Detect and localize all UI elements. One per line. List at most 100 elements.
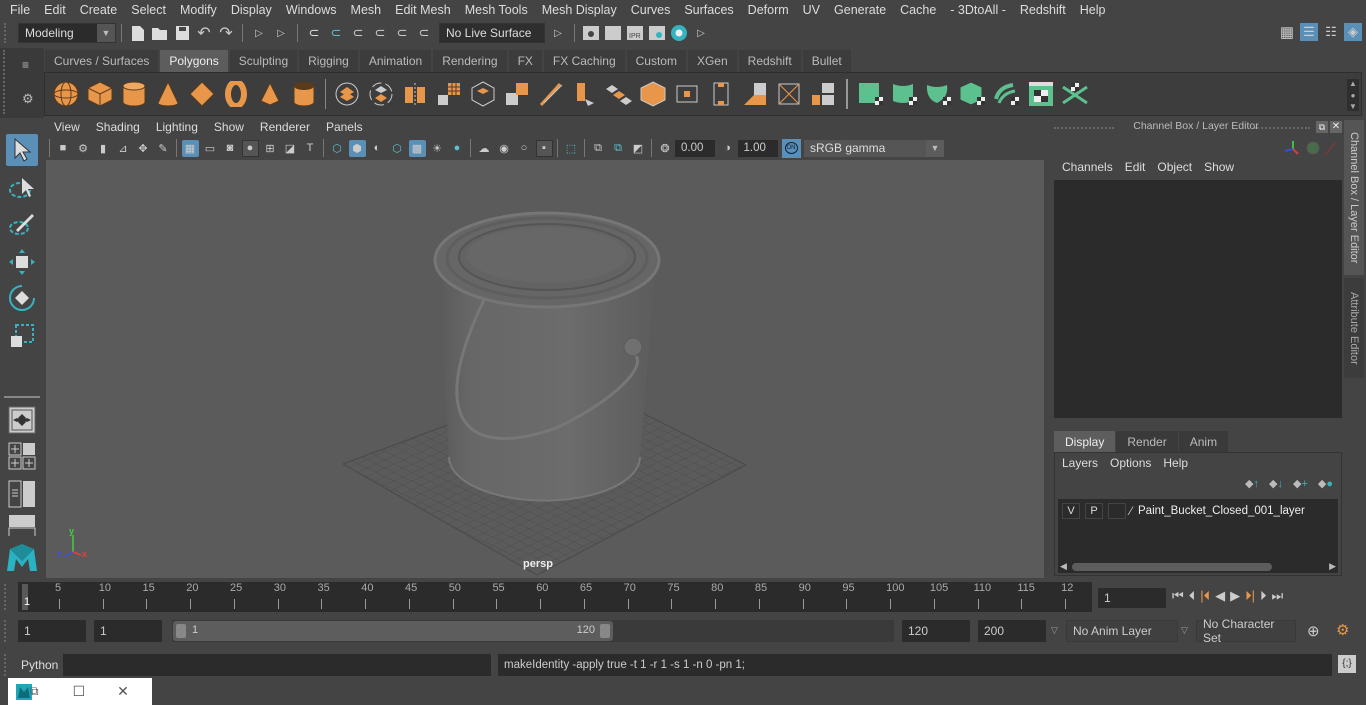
scroll-right-icon[interactable]: ▶: [1329, 561, 1336, 572]
menu-windows[interactable]: Windows: [279, 3, 344, 17]
xray-active-components-icon[interactable]: ◩: [630, 140, 647, 157]
channel-list-area[interactable]: [1054, 180, 1342, 418]
menu-mesh-display[interactable]: Mesh Display: [535, 3, 624, 17]
poly-cylinder-icon[interactable]: [120, 80, 148, 108]
snap-to-curve-icon[interactable]: ⊂: [327, 24, 345, 42]
anim-layer-dropdown[interactable]: No Anim Layer: [1066, 620, 1178, 642]
single-perspective-view-icon[interactable]: [6, 404, 38, 436]
layer-tab-render[interactable]: Render: [1116, 431, 1178, 452]
menu-modify[interactable]: Modify: [173, 3, 224, 17]
attribute-editor-toggle-icon[interactable]: ☰: [1300, 23, 1318, 41]
drag-handle[interactable]: [4, 584, 10, 610]
boolean-icon[interactable]: [503, 80, 531, 108]
collapse-arrow-icon[interactable]: ▷: [250, 24, 268, 42]
combine-icon[interactable]: [333, 80, 361, 108]
range-slider[interactable]: 1 120: [173, 621, 613, 641]
menu-create[interactable]: Create: [73, 3, 125, 17]
shelf-tab-xgen[interactable]: XGen: [687, 50, 738, 72]
layer-color-swatch-icon[interactable]: ⁄: [1130, 504, 1132, 518]
gamma-icon[interactable]: ◑: [719, 140, 736, 157]
color-space-dropdown[interactable]: sRGB gamma ▼: [804, 139, 944, 157]
anim-layer-dropdown-arrow-icon[interactable]: ▽: [1051, 625, 1058, 636]
menu-uv[interactable]: UV: [796, 3, 827, 17]
character-set-dropdown-arrow-icon[interactable]: ▽: [1181, 625, 1188, 636]
animation-preferences-icon[interactable]: ⚙: [1336, 621, 1349, 639]
2d-pan-zoom-icon[interactable]: ✥: [135, 140, 152, 157]
close-window-icon[interactable]: ✕: [117, 683, 129, 700]
shelf-tab-animation[interactable]: Animation: [359, 50, 433, 72]
uv-editor-icon[interactable]: [1027, 80, 1055, 108]
open-scene-icon[interactable]: [151, 24, 169, 42]
cylindrical-uv-icon[interactable]: [891, 80, 919, 108]
shelf-settings-gear-icon[interactable]: ⚙: [22, 91, 34, 107]
field-chart-icon[interactable]: ⊞: [262, 140, 279, 157]
script-editor-icon[interactable]: {;}: [1338, 655, 1356, 673]
time-slider[interactable]: 1 5 10 15 20 25 30 35 40 45 50 55 60 65 70 75 80 85 90 95 1…: [18, 582, 1092, 612]
layer-visibility-toggle[interactable]: V: [1062, 503, 1080, 519]
step-back-key-icon[interactable]: |⏴: [1200, 588, 1210, 604]
extrude-icon[interactable]: [571, 80, 599, 108]
safe-title-icon[interactable]: T: [302, 140, 319, 157]
new-empty-layer-icon[interactable]: ◆+: [1293, 477, 1308, 490]
mirror-icon[interactable]: [401, 80, 429, 108]
shelf-tab-rigging[interactable]: Rigging: [299, 50, 359, 72]
resolution-gate-icon[interactable]: ◙: [222, 140, 239, 157]
shadows-icon[interactable]: ●: [449, 140, 466, 157]
multi-cut-icon[interactable]: [537, 80, 565, 108]
shelf-tab-custom[interactable]: Custom: [626, 50, 687, 72]
poly-sphere-icon[interactable]: [52, 80, 80, 108]
go-to-start-icon[interactable]: ⏮: [1172, 588, 1184, 604]
cb-menu-edit[interactable]: Edit: [1119, 160, 1152, 174]
workspace-mode-dropdown[interactable]: Modeling ▼: [18, 23, 116, 43]
wireframe-on-shaded-icon[interactable]: ⬡: [389, 140, 406, 157]
shelf-tab-rendering[interactable]: Rendering: [433, 50, 508, 72]
save-scene-icon[interactable]: [173, 24, 191, 42]
snap-to-view-plane-icon[interactable]: ⊂: [371, 24, 389, 42]
menu-file[interactable]: File: [3, 3, 37, 17]
extract-icon[interactable]: [469, 80, 497, 108]
layer-menu-layers[interactable]: Layers: [1062, 456, 1104, 470]
drag-handle[interactable]: [4, 654, 10, 676]
float-panel-icon[interactable]: ⧉: [1316, 121, 1328, 133]
move-tool-icon[interactable]: [6, 246, 38, 278]
step-back-frame-icon[interactable]: ⏴: [1189, 588, 1196, 604]
fill-hole-icon[interactable]: [741, 80, 769, 108]
collapse-arrow-icon[interactable]: ▷: [272, 24, 290, 42]
target-weld-icon[interactable]: [809, 80, 837, 108]
ipr-render-icon[interactable]: IPR: [626, 24, 644, 42]
go-to-end-icon[interactable]: ⏭: [1271, 588, 1283, 604]
append-to-polygon-icon[interactable]: [707, 80, 735, 108]
playback-end-field[interactable]: 120: [902, 620, 970, 642]
menu-select[interactable]: Select: [124, 3, 173, 17]
step-forward-frame-icon[interactable]: ⏵: [1260, 588, 1267, 604]
render-settings-icon[interactable]: [648, 24, 666, 42]
layer-playback-toggle[interactable]: P: [1085, 503, 1103, 519]
exposure-icon[interactable]: ❂: [657, 140, 674, 157]
use-all-lights-icon[interactable]: ☀: [429, 140, 446, 157]
anti-aliasing-icon[interactable]: ○: [516, 140, 533, 157]
end-time-field[interactable]: 200: [978, 620, 1046, 642]
undo-icon[interactable]: ↶: [195, 24, 213, 42]
play-forwards-icon[interactable]: ▶: [1230, 588, 1240, 604]
scroll-left-icon[interactable]: ◀: [1060, 561, 1067, 572]
exposure-field[interactable]: 0.00: [675, 139, 715, 157]
cb-menu-show[interactable]: Show: [1198, 160, 1240, 174]
textured-icon[interactable]: ▩: [408, 139, 426, 157]
poly-cone-icon[interactable]: [154, 80, 182, 108]
poly-torus-icon[interactable]: [222, 80, 250, 108]
insert-edge-loop-icon[interactable]: [673, 80, 701, 108]
paint-bucket-model[interactable]: [433, 211, 661, 502]
tool-settings-toggle-icon[interactable]: ☷: [1322, 23, 1340, 41]
select-tool-icon[interactable]: [6, 134, 38, 166]
script-language-toggle[interactable]: Python: [21, 658, 58, 672]
menu-redshift[interactable]: Redshift: [1013, 3, 1073, 17]
unfold-uv-icon[interactable]: [993, 80, 1021, 108]
move-layer-up-icon[interactable]: ◆↑: [1245, 477, 1259, 490]
scroll-handle-icon[interactable]: ●: [1351, 91, 1356, 100]
channel-box-toggle-icon[interactable]: ◈: [1344, 23, 1362, 41]
modeling-toolkit-icon[interactable]: ▦: [1278, 23, 1296, 41]
wireframe-icon[interactable]: ⬡: [329, 140, 346, 157]
sync-icon[interactable]: [1306, 141, 1320, 155]
drag-handle[interactable]: [3, 50, 6, 114]
paint-select-tool-icon[interactable]: [6, 208, 38, 240]
